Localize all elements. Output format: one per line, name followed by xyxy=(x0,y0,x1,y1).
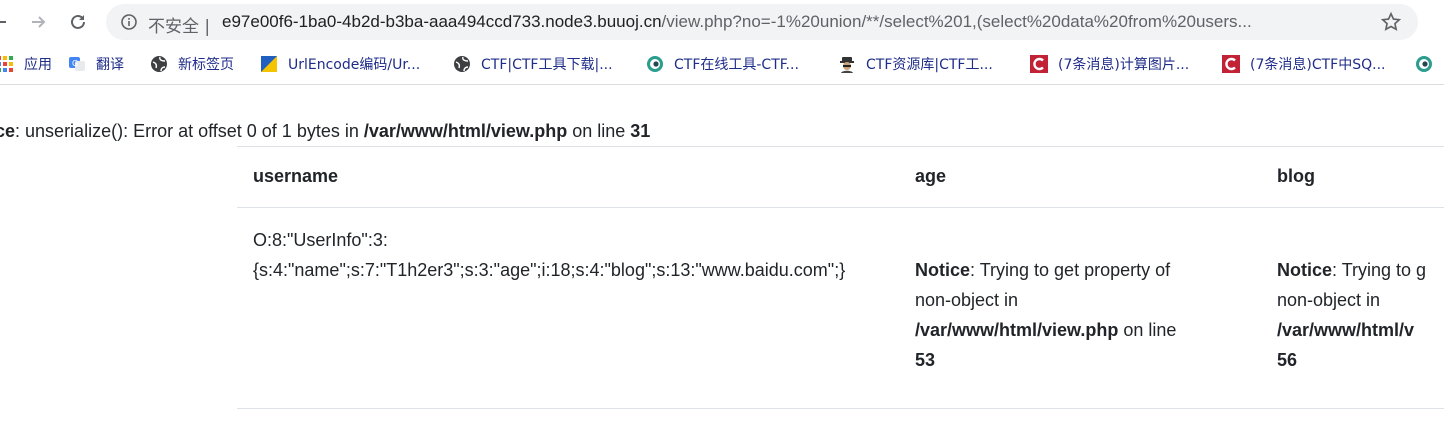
spy-icon xyxy=(840,57,854,73)
username-value-line1: O:8:"UserInfo":3: xyxy=(253,230,388,250)
bookmark-label: 翻译 xyxy=(96,57,124,73)
back-button[interactable] xyxy=(0,6,16,38)
csdn-icon xyxy=(1222,55,1240,73)
blog-cell-notice: Notice: Trying to g non-object in /var/w… xyxy=(1277,255,1444,375)
bookmark-urlencode[interactable]: UrlEncode编码/Ur... xyxy=(260,53,420,75)
notice-path: /var/www/html/v xyxy=(1277,320,1415,340)
bookmark-ctf-online-tools[interactable]: CTF在线工具-CTF... xyxy=(646,53,799,75)
bookmark-star-icon[interactable] xyxy=(1380,11,1402,33)
bookmark-overflow[interactable] xyxy=(1415,53,1443,75)
notice-label: Notice xyxy=(1277,260,1333,280)
reload-button[interactable] xyxy=(62,6,94,38)
notice-path: /var/www/html/view.php xyxy=(363,121,568,141)
notice-path: /var/www/html/view.php xyxy=(915,320,1119,340)
urlencode-logo-icon xyxy=(261,56,277,72)
notice-line-number: 53 xyxy=(915,350,936,370)
bookmark-label: CTF|CTF工具下载|... xyxy=(481,57,613,73)
table-header-divider xyxy=(237,207,1444,208)
forward-button[interactable] xyxy=(22,6,54,38)
svg-text:G: G xyxy=(72,59,78,68)
column-header-age: age xyxy=(915,166,947,186)
notice-message: : Trying to g xyxy=(1332,260,1427,280)
table-bottom-border xyxy=(237,408,1444,409)
php-notice-unserialize: tice: unserialize(): Error at offset 0 o… xyxy=(0,121,650,142)
notice-line-number: 31 xyxy=(630,121,651,141)
notice-on-line: on line xyxy=(1118,320,1177,340)
notice-message-cont: non-object in xyxy=(915,290,1019,310)
bookmarks-bar: 应用 G 翻译 新标签页 UrlEncode编码/Ur... CTF|CTF工具… xyxy=(0,44,1444,85)
username-value-line2: {s:4:"name";s:7:"T1h2er3";s:3:"age";i:18… xyxy=(253,260,846,280)
google-translate-icon: G xyxy=(69,57,85,71)
bookmark-new-tab[interactable]: 新标签页 xyxy=(150,53,234,75)
bookmark-label: 应用 xyxy=(24,57,52,73)
notice-line-number: 56 xyxy=(1277,350,1298,370)
bookmark-label: (7条消息)计算图片... xyxy=(1058,57,1190,73)
url-host: e97e00f6-1ba0-4b2d-b3ba-aaa494ccd733.nod… xyxy=(222,12,662,31)
reload-icon xyxy=(71,14,85,29)
notice-label: Notice xyxy=(915,260,971,280)
security-status[interactable]: 不安全 | xyxy=(148,12,210,37)
bookmark-apps[interactable]: 应用 xyxy=(0,53,52,75)
browser-toolbar: 不安全 | e97e00f6-1ba0-4b2d-b3ba-aaa494ccd7… xyxy=(0,0,1444,44)
ctf-tool-icon xyxy=(1416,56,1432,72)
notice-message-cont: non-object in xyxy=(1277,290,1381,310)
notice-message: : Trying to get property of xyxy=(970,260,1171,280)
column-header-blog: blog xyxy=(1277,166,1315,186)
notice-message: : unserialize(): Error at offset 0 of 1 … xyxy=(15,121,364,141)
csdn-icon xyxy=(1030,55,1048,73)
bookmark-label: CTF在线工具-CTF... xyxy=(674,57,799,73)
table-top-border xyxy=(237,146,1444,147)
info-icon[interactable] xyxy=(120,13,138,31)
bookmark-label: 新标签页 xyxy=(178,57,234,73)
notice-on-line: on line xyxy=(567,121,631,141)
bookmark-ctf-download[interactable]: CTF|CTF工具下载|... xyxy=(453,53,613,75)
bookmark-label: CTF资源库|CTF工... xyxy=(866,57,993,73)
bookmark-ctf-resources[interactable]: CTF资源库|CTF工... xyxy=(838,53,993,75)
globe-icon xyxy=(151,56,167,72)
address-bar[interactable]: 不安全 | e97e00f6-1ba0-4b2d-b3ba-aaa494ccd7… xyxy=(106,4,1418,40)
bookmark-label: UrlEncode编码/Ur... xyxy=(288,57,421,73)
username-cell: O:8:"UserInfo":3: {s:4:"name";s:7:"T1h2e… xyxy=(253,225,845,285)
url-text[interactable]: e97e00f6-1ba0-4b2d-b3ba-aaa494ccd733.nod… xyxy=(222,12,1362,32)
bookmark-csdn-sql[interactable]: (7条消息)CTF中SQ... xyxy=(1222,53,1385,75)
globe-icon xyxy=(454,56,470,72)
notice-label: tice xyxy=(0,121,16,141)
bookmark-translate[interactable]: G 翻译 xyxy=(68,53,124,75)
ctf-tool-icon xyxy=(647,56,663,72)
column-header-username: username xyxy=(253,166,339,186)
forward-arrow-icon xyxy=(32,16,46,28)
back-arrow-icon xyxy=(0,21,6,23)
url-path: /view.php?no=-1%20union/**/select%201,(s… xyxy=(661,12,1252,31)
apps-grid-icon xyxy=(0,56,13,72)
bookmark-csdn-image[interactable]: (7条消息)计算图片... xyxy=(1030,53,1189,75)
age-cell-notice: Notice: Trying to get property of non-ob… xyxy=(915,255,1235,375)
bookmark-label: (7条消息)CTF中SQ... xyxy=(1250,57,1386,73)
